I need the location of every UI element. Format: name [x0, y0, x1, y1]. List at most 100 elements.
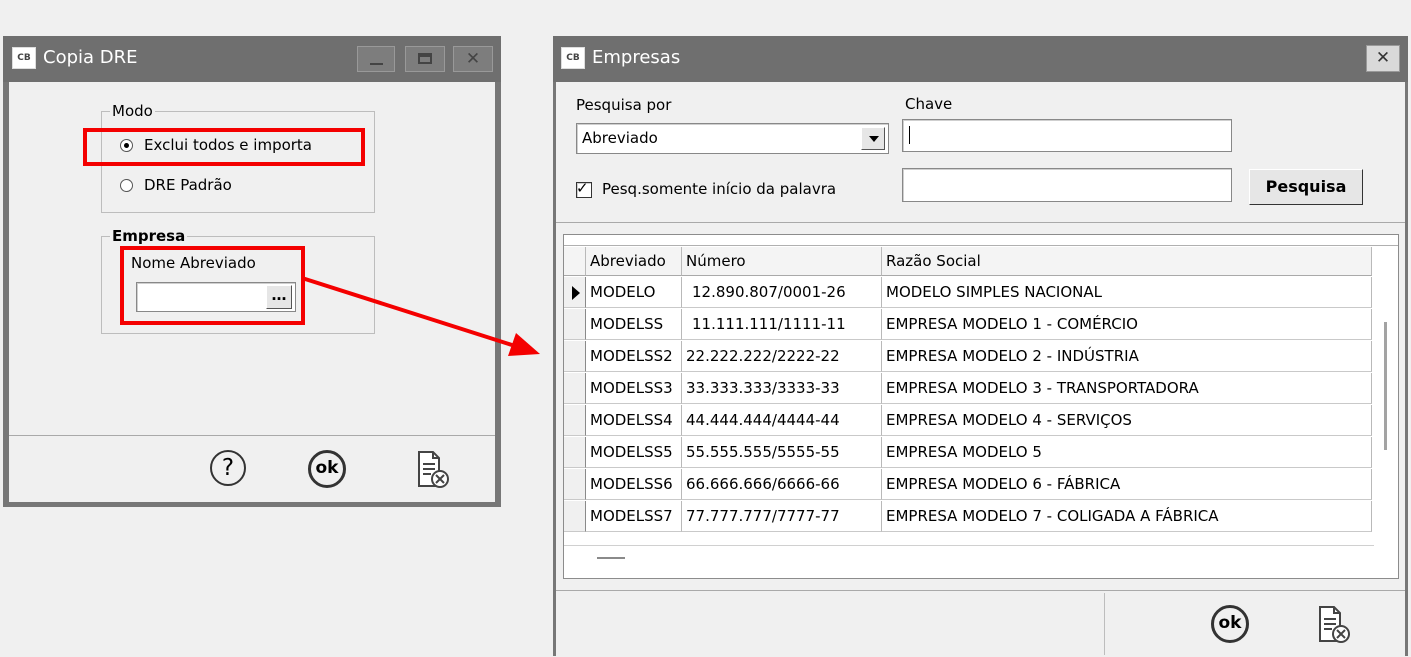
col-header-numero[interactable]: Número [682, 247, 882, 276]
copia-dre-window: CB Copia DRE ✕ Modo Exclui todos e impor… [3, 36, 501, 507]
grid-vertical-scrollbar[interactable] [1374, 277, 1398, 532]
col-header-abreviado[interactable]: Abreviado [586, 247, 682, 276]
cell-abreviado: MODELSS [586, 309, 682, 340]
minimize-button[interactable] [357, 46, 395, 72]
cell-abreviado: MODELSS3 [586, 373, 682, 404]
table-row[interactable]: MODELSS5 55.555.555/5555-55 EMPRESA MODE… [564, 437, 1372, 469]
row-indicator [564, 309, 586, 340]
cancel-document-icon [418, 451, 449, 488]
help-button[interactable]: ? [210, 450, 246, 486]
empresas-ok-button[interactable]: ok [1211, 605, 1249, 643]
table-row[interactable]: MODELSS7 77.777.777/7777-77 EMPRESA MODE… [564, 501, 1372, 533]
cell-abreviado: MODELSS4 [586, 405, 682, 436]
close-button[interactable]: ✕ [453, 46, 493, 72]
empresa-legend: Empresa [110, 227, 188, 245]
pesq-checkbox[interactable]: ✓ [576, 179, 592, 198]
cell-razao-social: EMPRESA MODELO 5 [882, 437, 1372, 468]
checkbox-check-icon: ✓ [576, 179, 589, 197]
radio-dre-padrao[interactable] [120, 179, 133, 192]
table-row[interactable]: MODELSS4 44.444.444/4444-44 EMPRESA MODE… [564, 405, 1372, 437]
row-indicator [564, 277, 586, 308]
empresas-footer: ok [556, 590, 1405, 657]
row-indicator [564, 341, 586, 372]
table-row[interactable]: MODELSS6 66.666.666/6666-66 EMPRESA MODE… [564, 469, 1372, 501]
cell-abreviado: MODELSS2 [586, 341, 682, 372]
cell-razao-social: EMPRESA MODELO 2 - INDÚSTRIA [882, 341, 1372, 372]
chave-label: Chave [905, 95, 953, 113]
pesquisa-button-label: Pesquisa [1265, 177, 1347, 196]
empresas-window-title: Empresas [592, 47, 681, 68]
cell-numero: 22.222.222/2222-22 [682, 341, 882, 372]
cell-numero: 55.555.555/5555-55 [682, 437, 882, 468]
empresas-client-area: Pesquisa por Abreviado Chave ✓ Pesq.some… [556, 82, 1405, 590]
highlight-empresa [120, 246, 305, 325]
ok-icon: ok [1218, 613, 1242, 633]
close-icon: ✕ [465, 49, 481, 69]
row-indicator [564, 405, 586, 436]
empresas-grid: Abreviado Número Razão Social MODELO 12.… [563, 234, 1399, 579]
empresas-cancel-button[interactable] [1316, 605, 1352, 645]
app-icon: CB [12, 47, 36, 69]
row-indicator [564, 501, 586, 532]
help-icon: ? [221, 455, 235, 481]
empresas-window: CB Empresas ✕ Pesquisa por Abreviado Cha… [553, 36, 1408, 657]
minimize-icon [370, 63, 383, 65]
cell-numero: 33.333.333/3333-33 [682, 373, 882, 404]
ok-button[interactable]: ok [308, 450, 346, 488]
chave-input[interactable] [902, 119, 1232, 152]
table-row[interactable]: MODELO 12.890.807/0001-26 MODELO SIMPLES… [564, 277, 1372, 309]
chave2-input[interactable] [902, 168, 1232, 202]
dropdown-button[interactable] [861, 127, 885, 150]
cell-abreviado: MODELSS5 [586, 437, 682, 468]
cell-razao-social: EMPRESA MODELO 7 - COLIGADA A FÁBRICA [882, 501, 1372, 532]
pesquisa-por-value: Abreviado [582, 129, 658, 147]
cancel-document-icon [1319, 606, 1350, 643]
col-header-razao-social[interactable]: Razão Social [882, 247, 1372, 276]
header-indicator [564, 247, 586, 276]
cell-abreviado: MODELSS6 [586, 469, 682, 500]
empresas-title-bar[interactable]: CB Empresas ✕ [553, 36, 1408, 82]
cell-numero: 12.890.807/0001-26 [682, 277, 882, 308]
maximize-button[interactable] [405, 46, 445, 72]
modo-legend: Modo [110, 102, 155, 120]
dre-client-area: Modo Exclui todos e importa DRE Padrão E… [9, 82, 495, 435]
cell-abreviado: MODELSS7 [586, 501, 682, 532]
pesquisa-por-select[interactable]: Abreviado [576, 123, 889, 154]
cell-razao-social: EMPRESA MODELO 6 - FÁBRICA [882, 469, 1372, 500]
dre-title-bar[interactable]: CB Copia DRE ✕ [3, 36, 501, 82]
table-row[interactable]: MODELSS3 33.333.333/3333-33 EMPRESA MODE… [564, 373, 1372, 405]
dre-footer: ? ok [9, 435, 495, 502]
dre-window-title: Copia DRE [43, 47, 138, 68]
hscroll-thumb[interactable] [597, 557, 625, 559]
cell-razao-social: EMPRESA MODELO 3 - TRANSPORTADORA [882, 373, 1372, 404]
grid-horizontal-scrollbar[interactable] [564, 545, 1374, 568]
current-row-pointer-icon [572, 286, 580, 300]
pesquisa-por-label: Pesquisa por [576, 96, 672, 114]
grid-top-line [564, 245, 1398, 246]
grid-separator [556, 222, 1405, 223]
close-icon: ✕ [1375, 48, 1391, 68]
cell-razao-social: MODELO SIMPLES NACIONAL [882, 277, 1372, 308]
row-indicator [564, 469, 586, 500]
table-row[interactable]: MODELSS 11.111.111/1111-11 EMPRESA MODEL… [564, 309, 1372, 341]
cell-razao-social: EMPRESA MODELO 4 - SERVIÇOS [882, 405, 1372, 436]
cell-numero: 77.777.777/7777-77 [682, 501, 882, 532]
cell-razao-social: EMPRESA MODELO 1 - COMÉRCIO [882, 309, 1372, 340]
cell-numero: 11.111.111/1111-11 [682, 309, 882, 340]
pesquisa-button[interactable]: Pesquisa [1249, 169, 1363, 205]
app-icon: CB [561, 47, 585, 69]
highlight-modo [83, 128, 365, 166]
cancel-button[interactable] [415, 450, 451, 490]
footer-divider [1104, 593, 1105, 655]
cell-numero: 66.666.666/6666-66 [682, 469, 882, 500]
empresas-close-button[interactable]: ✕ [1366, 45, 1400, 72]
grid-header: Abreviado Número Razão Social [564, 247, 1372, 277]
row-indicator [564, 373, 586, 404]
text-cursor [909, 126, 910, 144]
cell-numero: 44.444.444/4444-44 [682, 405, 882, 436]
scrollbar-thumb[interactable] [1384, 322, 1387, 450]
row-indicator [564, 437, 586, 468]
table-row[interactable]: MODELSS2 22.222.222/2222-22 EMPRESA MODE… [564, 341, 1372, 373]
chevron-down-icon [869, 136, 879, 142]
ok-icon: ok [315, 458, 339, 478]
